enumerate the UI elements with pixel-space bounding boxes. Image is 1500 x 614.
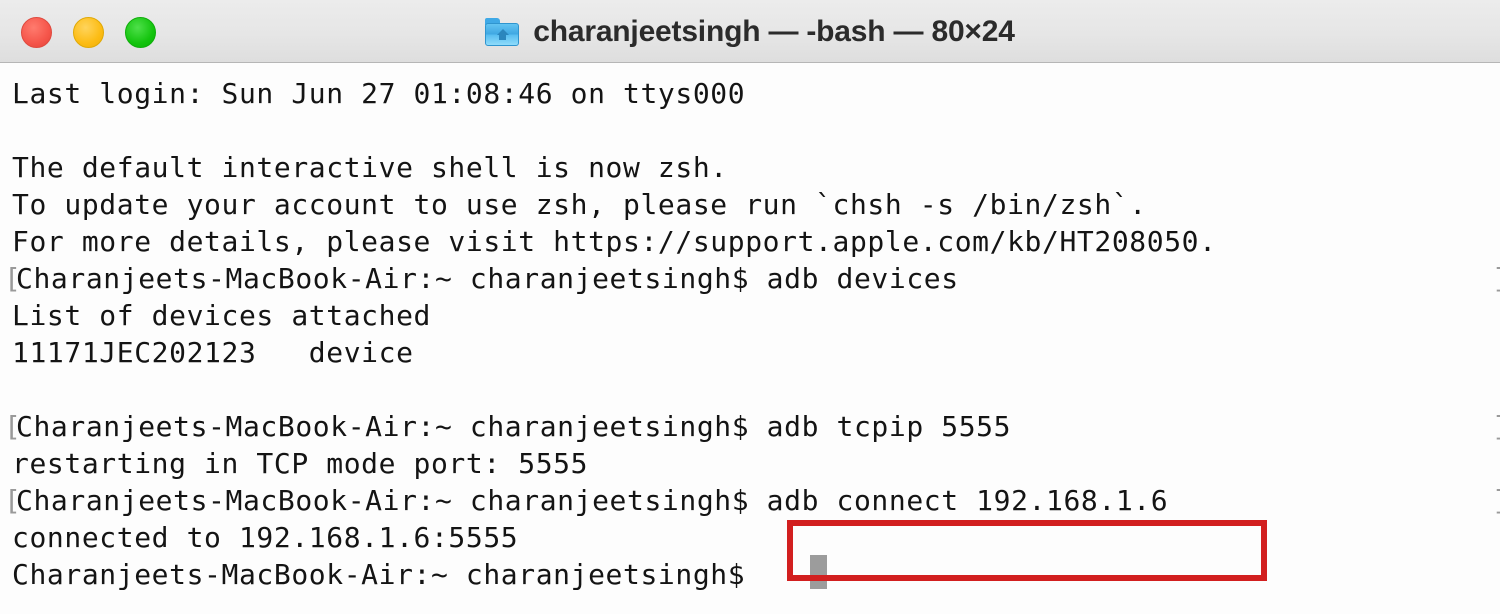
terminal-line-text: The default interactive shell is now zsh… <box>12 151 728 184</box>
terminal-output-line: Last login: Sun Jun 27 01:08:46 on ttys0… <box>8 75 1500 112</box>
text-cursor <box>810 555 827 589</box>
terminal-output-area[interactable]: Last login: Sun Jun 27 01:08:46 on ttys0… <box>0 63 1500 614</box>
terminal-line-text: restarting in TCP mode port: 5555 <box>12 447 589 480</box>
maximize-button[interactable] <box>125 17 156 48</box>
prompt-bracket-close: ] <box>1492 482 1500 519</box>
prompt-bracket-close: ] <box>1492 408 1500 445</box>
terminal-line-text: connected to 192.168.1.6:5555 <box>12 521 519 554</box>
terminal-line-text: List of devices attached <box>12 299 431 332</box>
window-title: charanjeetsingh — -bash — 80×24 <box>533 14 1015 48</box>
terminal-output-line: connected to 192.168.1.6:5555 <box>8 519 1500 556</box>
terminal-prompt-line: []Charanjeets-MacBook-Air:~ charanjeetsi… <box>4 408 1500 445</box>
terminal-line-text: To update your account to use zsh, pleas… <box>12 188 1147 221</box>
terminal-line-text: For more details, please visit https://s… <box>12 225 1217 258</box>
terminal-output-line: The default interactive shell is now zsh… <box>8 149 1500 186</box>
prompt-bracket-close: ] <box>1492 260 1500 297</box>
terminal-output-line: Charanjeets-MacBook-Air:~ charanjeetsing… <box>8 556 1500 593</box>
terminal-output-line: To update your account to use zsh, pleas… <box>8 186 1500 223</box>
terminal-line-text: Charanjeets-MacBook-Air:~ charanjeetsing… <box>16 410 1012 443</box>
terminal-line-text: Charanjeets-MacBook-Air:~ charanjeetsing… <box>16 262 959 295</box>
terminal-line-text: Charanjeets-MacBook-Air:~ charanjeetsing… <box>16 484 1169 517</box>
terminal-output-line: restarting in TCP mode port: 5555 <box>8 445 1500 482</box>
window-title-group: charanjeetsingh — -bash — 80×24 <box>0 0 1500 63</box>
terminal-line-text: Charanjeets-MacBook-Air:~ charanjeetsing… <box>12 558 763 591</box>
terminal-line-text: 11171JEC202123 device <box>12 336 414 369</box>
terminal-output-line: 11171JEC202123 device <box>8 334 1500 371</box>
home-folder-icon <box>485 17 520 46</box>
terminal-line-text: Last login: Sun Jun 27 01:08:46 on ttys0… <box>12 77 746 110</box>
terminal-output-line: For more details, please visit https://s… <box>8 223 1500 260</box>
terminal-window: charanjeetsingh — -bash — 80×24 Last log… <box>0 0 1500 614</box>
terminal-prompt-line: []Charanjeets-MacBook-Air:~ charanjeetsi… <box>4 260 1500 297</box>
terminal-prompt-line: []Charanjeets-MacBook-Air:~ charanjeetsi… <box>4 482 1500 519</box>
window-titlebar[interactable]: charanjeetsingh — -bash — 80×24 <box>0 0 1500 63</box>
close-button[interactable] <box>21 17 52 48</box>
minimize-button[interactable] <box>73 17 104 48</box>
terminal-output-line: List of devices attached <box>8 297 1500 334</box>
